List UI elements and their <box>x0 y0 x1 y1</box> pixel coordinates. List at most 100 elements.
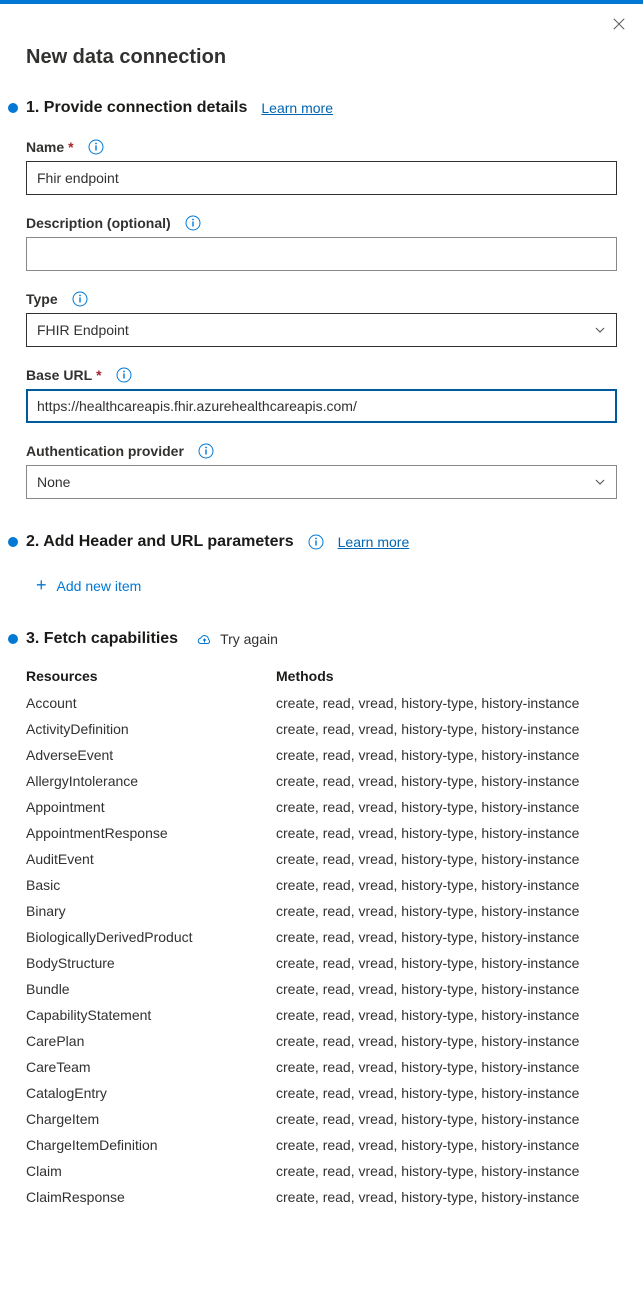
methods-cell: create, read, vread, history-type, histo… <box>276 1111 617 1127</box>
methods-cell: create, read, vread, history-type, histo… <box>276 1137 617 1153</box>
table-row: Accountcreate, read, vread, history-type… <box>26 690 617 716</box>
field-name: Name * <box>26 139 617 195</box>
resource-cell: ChargeItem <box>26 1111 276 1127</box>
info-icon[interactable] <box>185 215 201 231</box>
info-icon[interactable] <box>72 291 88 307</box>
base-url-input[interactable] <box>26 389 617 423</box>
base-url-label-row: Base URL * <box>26 367 617 383</box>
resource-cell: AppointmentResponse <box>26 825 276 841</box>
methods-cell: create, read, vread, history-type, histo… <box>276 1007 617 1023</box>
resource-cell: BodyStructure <box>26 955 276 971</box>
table-row: ClaimResponsecreate, read, vread, histor… <box>26 1184 617 1210</box>
table-row: Binarycreate, read, vread, history-type,… <box>26 898 617 924</box>
field-description: Description (optional) <box>26 215 617 271</box>
table-row: AllergyIntolerancecreate, read, vread, h… <box>26 768 617 794</box>
close-icon <box>612 17 626 31</box>
table-row: BiologicallyDerivedProductcreate, read, … <box>26 924 617 950</box>
capabilities-table: Resources Methods Accountcreate, read, v… <box>26 668 617 1210</box>
table-row: Claimcreate, read, vread, history-type, … <box>26 1158 617 1184</box>
table-row: Bundlecreate, read, vread, history-type,… <box>26 976 617 1002</box>
info-icon[interactable] <box>116 367 132 383</box>
name-label: Name <box>26 139 64 155</box>
type-label-row: Type <box>26 291 617 307</box>
methods-cell: create, read, vread, history-type, histo… <box>276 1189 617 1205</box>
methods-cell: create, read, vread, history-type, histo… <box>276 929 617 945</box>
page-title: New data connection <box>26 4 617 99</box>
cloud-refresh-icon <box>196 631 212 647</box>
chevron-down-icon <box>594 476 606 488</box>
info-icon[interactable] <box>308 534 324 550</box>
section-1-title: 1. Provide connection details <box>26 99 247 117</box>
table-row: CarePlancreate, read, vread, history-typ… <box>26 1028 617 1054</box>
table-row: Basiccreate, read, vread, history-type, … <box>26 872 617 898</box>
col-header-methods: Methods <box>276 668 617 684</box>
resource-cell: ActivityDefinition <box>26 721 276 737</box>
type-select[interactable]: FHIR Endpoint <box>26 313 617 347</box>
methods-cell: create, read, vread, history-type, histo… <box>276 1059 617 1075</box>
section-3-title: 3. Fetch capabilities <box>26 630 178 648</box>
resource-cell: CapabilityStatement <box>26 1007 276 1023</box>
table-row: ChargeItemcreate, read, vread, history-t… <box>26 1106 617 1132</box>
resource-cell: CarePlan <box>26 1033 276 1049</box>
table-row: CatalogEntrycreate, read, vread, history… <box>26 1080 617 1106</box>
resource-cell: ChargeItemDefinition <box>26 1137 276 1153</box>
try-again-button[interactable]: Try again <box>196 631 278 647</box>
section-1-header: 1. Provide connection details Learn more <box>26 99 617 117</box>
auth-provider-select-value: None <box>37 474 70 490</box>
resource-cell: ClaimResponse <box>26 1189 276 1205</box>
methods-cell: create, read, vread, history-type, histo… <box>276 955 617 971</box>
table-row: BodyStructurecreate, read, vread, histor… <box>26 950 617 976</box>
resource-cell: Claim <box>26 1163 276 1179</box>
methods-cell: create, read, vread, history-type, histo… <box>276 877 617 893</box>
auth-provider-select[interactable]: None <box>26 465 617 499</box>
table-row: Appointmentcreate, read, vread, history-… <box>26 794 617 820</box>
methods-cell: create, read, vread, history-type, histo… <box>276 747 617 763</box>
description-label: Description (optional) <box>26 215 171 231</box>
methods-cell: create, read, vread, history-type, histo… <box>276 695 617 711</box>
table-row: AdverseEventcreate, read, vread, history… <box>26 742 617 768</box>
resource-cell: AdverseEvent <box>26 747 276 763</box>
section-2-title: 2. Add Header and URL parameters <box>26 533 294 551</box>
methods-cell: create, read, vread, history-type, histo… <box>276 981 617 997</box>
info-icon[interactable] <box>88 139 104 155</box>
section-bullet-icon <box>8 103 18 113</box>
table-row: CapabilityStatementcreate, read, vread, … <box>26 1002 617 1028</box>
section-bullet-icon <box>8 537 18 547</box>
field-base-url: Base URL * <box>26 367 617 423</box>
resource-cell: Bundle <box>26 981 276 997</box>
methods-cell: create, read, vread, history-type, histo… <box>276 1163 617 1179</box>
base-url-label: Base URL <box>26 367 92 383</box>
section-2-header: 2. Add Header and URL parameters Learn m… <box>26 533 617 551</box>
resource-cell: AuditEvent <box>26 851 276 867</box>
panel-container: New data connection 1. Provide connectio… <box>0 4 643 1230</box>
methods-cell: create, read, vread, history-type, histo… <box>276 773 617 789</box>
type-select-value: FHIR Endpoint <box>37 322 129 338</box>
table-header: Resources Methods <box>26 668 617 690</box>
table-row: AuditEventcreate, read, vread, history-t… <box>26 846 617 872</box>
section-2-learn-more-link[interactable]: Learn more <box>338 534 410 550</box>
description-input[interactable] <box>26 237 617 271</box>
methods-cell: create, read, vread, history-type, histo… <box>276 903 617 919</box>
try-again-label: Try again <box>220 631 278 647</box>
auth-provider-label-row: Authentication provider <box>26 443 617 459</box>
methods-cell: create, read, vread, history-type, histo… <box>276 799 617 815</box>
section-3-header: 3. Fetch capabilities Try again <box>26 630 617 648</box>
resource-cell: Appointment <box>26 799 276 815</box>
col-header-resources: Resources <box>26 668 276 684</box>
name-input[interactable] <box>26 161 617 195</box>
chevron-down-icon <box>594 324 606 336</box>
type-label: Type <box>26 291 58 307</box>
info-icon[interactable] <box>198 443 214 459</box>
methods-cell: create, read, vread, history-type, histo… <box>276 1085 617 1101</box>
add-new-item-button[interactable]: + Add new item <box>36 569 617 602</box>
close-button[interactable] <box>609 14 629 34</box>
section-1-learn-more-link[interactable]: Learn more <box>261 100 333 116</box>
methods-cell: create, read, vread, history-type, histo… <box>276 825 617 841</box>
resource-cell: Account <box>26 695 276 711</box>
field-type: Type FHIR Endpoint <box>26 291 617 347</box>
table-row: ActivityDefinitioncreate, read, vread, h… <box>26 716 617 742</box>
table-row: ChargeItemDefinitioncreate, read, vread,… <box>26 1132 617 1158</box>
table-row: CareTeamcreate, read, vread, history-typ… <box>26 1054 617 1080</box>
add-new-item-label: Add new item <box>57 578 142 594</box>
field-auth-provider: Authentication provider None <box>26 443 617 499</box>
